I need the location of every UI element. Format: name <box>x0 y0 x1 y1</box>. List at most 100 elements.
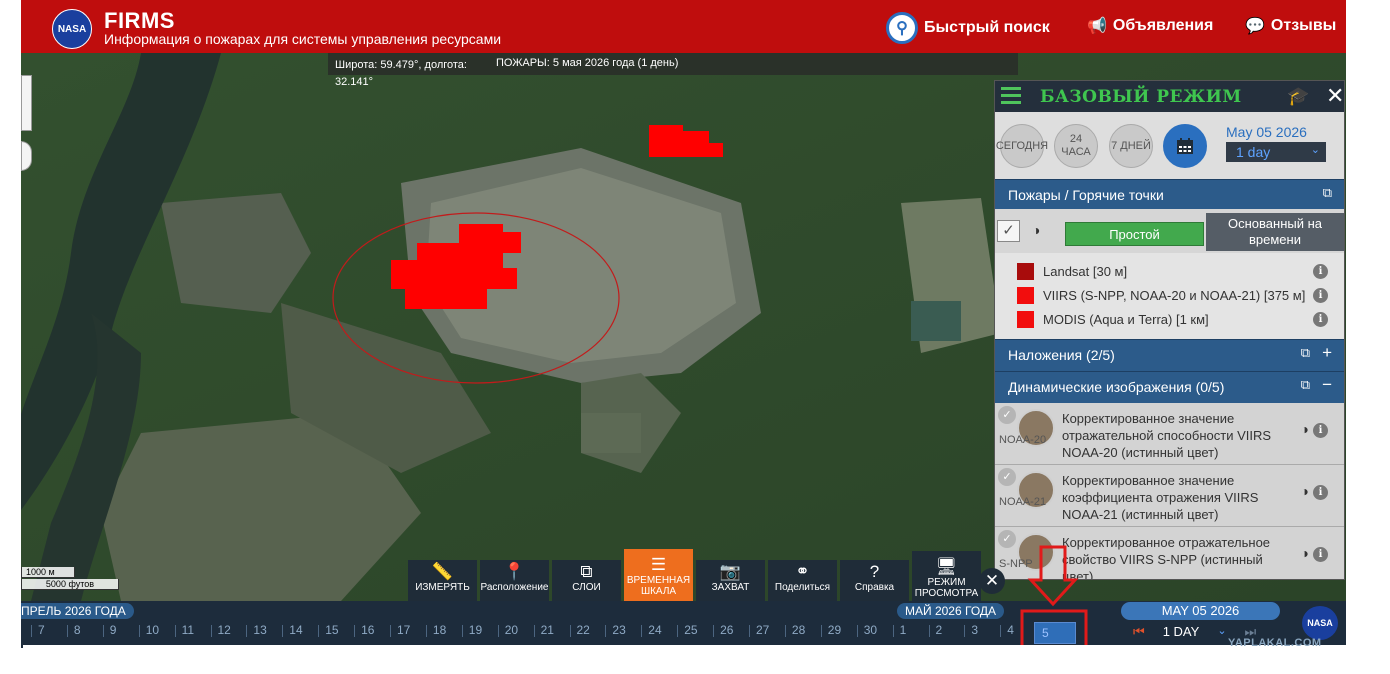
info-icon[interactable]: i <box>1313 547 1328 562</box>
check-icon[interactable]: ✓ <box>998 530 1016 548</box>
timeline-day[interactable]: 22 <box>569 623 590 637</box>
timeline-day[interactable]: 28 <box>784 623 805 637</box>
fire-layer-swatch <box>1017 311 1034 328</box>
fires-section-header[interactable]: Пожары / Горячие точки ⧉ <box>995 179 1344 209</box>
calendar-icon[interactable] <box>1163 124 1207 168</box>
fire-layer-row[interactable]: VIIRS (S-NPP, NOAA-20 и NOAA-21) [375 м]… <box>995 283 1344 307</box>
info-icon[interactable]: i <box>1313 288 1328 303</box>
overlays-section-header[interactable]: Наложения (2/5) ⧉ + <box>995 339 1344 371</box>
close-icon[interactable]: ✕ <box>1326 83 1344 109</box>
dynamic-layer-row[interactable]: ✓ NOAA-20 Корректированное значение отра… <box>995 403 1344 465</box>
minus-icon[interactable]: − <box>1322 375 1332 395</box>
timeline-button[interactable]: ☰ ВРЕМЕННАЯ ШКАЛА <box>624 549 693 605</box>
timeline-day[interactable]: 20 <box>497 623 518 637</box>
help-button[interactable]: ? Справка <box>840 560 909 605</box>
contrast-icon[interactable]: ◑ <box>1301 483 1309 499</box>
info-icon[interactable]: i <box>1313 423 1328 438</box>
view-mode-button[interactable]: 🖥 РЕЖИМ ПРОСМОТРА <box>912 551 981 605</box>
timeline-day[interactable]: 7 <box>31 623 45 637</box>
contrast-icon[interactable]: ◑ <box>1032 222 1040 238</box>
timeline-bar[interactable]: ПРЕЛЬ 2026 ГОДА МАЙ 2026 ГОДА 7 8 9 10 11 12 1… <box>21 601 1346 645</box>
skip-back-icon[interactable]: ⏮ <box>1133 624 1145 640</box>
timeline-current-date[interactable]: MAY 05 2026 <box>1121 602 1280 620</box>
copy-icon[interactable]: ⧉ <box>1301 377 1310 393</box>
search-icon: ⚲ <box>886 12 918 44</box>
timeline-day[interactable]: 16 <box>353 623 374 637</box>
share-icon: ⚭ <box>795 562 810 581</box>
timeline-day[interactable]: 15 <box>317 623 339 637</box>
plus-icon[interactable]: + <box>1322 343 1332 363</box>
timeline-range-value[interactable]: 1 DAY <box>1163 624 1200 640</box>
timeline-day[interactable]: 14 <box>282 623 303 637</box>
timeline-day[interactable]: 18 <box>425 623 446 637</box>
chevron-down-icon[interactable]: ⌄ <box>1217 624 1226 640</box>
fires-date-label: ПОЖАРЫ: 5 мая 2026 года (1 день) <box>496 57 679 69</box>
timeline-month-label: ПРЕЛЬ 2026 ГОДА <box>21 603 134 619</box>
timeline-day[interactable]: 19 <box>461 623 482 637</box>
check-icon[interactable]: ✓ <box>998 468 1016 486</box>
7-days-button[interactable]: 7 ДНЕЙ <box>1109 124 1153 168</box>
timeline-day[interactable]: 1 <box>892 623 906 637</box>
contrast-icon[interactable]: ◑ <box>1301 545 1309 561</box>
nasa-logo[interactable]: NASA <box>52 9 92 49</box>
layers-button[interactable]: ⧉ СЛОИ <box>552 560 621 605</box>
close-toolbar-icon[interactable]: ✕ <box>979 568 1005 594</box>
timeline-day[interactable]: 2 <box>928 623 942 637</box>
timeline-day[interactable]: 4 <box>1000 623 1014 637</box>
share-button[interactable]: ⚭ Поделиться <box>768 560 837 605</box>
quick-search-button[interactable]: ⚲ Быстрый поиск <box>886 12 1050 44</box>
info-icon[interactable]: i <box>1313 485 1328 500</box>
dynamic-layer-row[interactable]: ✓ NOAA-21 Корректированное значение коэф… <box>995 465 1344 527</box>
zoom-control[interactable] <box>21 75 32 131</box>
fires-checkbox[interactable]: ✓ <box>997 220 1020 242</box>
timeline-day[interactable]: 27 <box>748 623 769 637</box>
timeline-day[interactable]: 13 <box>246 623 267 637</box>
timeline-day[interactable]: 12 <box>210 623 231 637</box>
info-icon[interactable]: i <box>1313 312 1328 327</box>
feedback-button[interactable]: 💬 Отзывы <box>1245 16 1336 36</box>
check-icon[interactable]: ✓ <box>998 406 1016 424</box>
dynamic-layer-label: Корректированное значение отражательной … <box>1062 411 1272 460</box>
copy-icon[interactable]: ⧉ <box>1301 345 1310 361</box>
copy-icon[interactable]: ⧉ <box>1323 185 1332 201</box>
timeline-day[interactable]: 23 <box>605 623 626 637</box>
announcements-button[interactable]: 📢 Объявления <box>1087 16 1213 36</box>
watermark: YAPLAKAL.COM <box>1228 637 1322 649</box>
timeline-day[interactable]: 11 <box>174 623 194 637</box>
graduation-cap-icon[interactable]: 🎓 <box>1287 86 1309 107</box>
location-button[interactable]: 📍 Расположение <box>480 560 549 605</box>
mode-title: БАЗОВЫЙ РЕЖИМ <box>1040 87 1242 107</box>
feedback-label: Отзывы <box>1270 17 1337 34</box>
timeline-day[interactable]: 8 <box>67 623 81 637</box>
contrast-icon[interactable]: ◑ <box>1301 421 1309 437</box>
timeline-day[interactable]: 26 <box>712 623 733 637</box>
fire-layer-row[interactable]: Landsat [30 м] i <box>995 259 1344 283</box>
dynamic-layer-row[interactable]: ✓ S-NPP Корректированное отражательное с… <box>995 527 1344 579</box>
timeline-day[interactable]: 21 <box>533 623 554 637</box>
selected-date[interactable]: May 05 2026 <box>1226 124 1307 140</box>
timeline-day[interactable]: 25 <box>676 623 698 637</box>
fire-layer-row[interactable]: MODIS (Aqua и Terra) [1 км] i <box>995 307 1344 331</box>
timeline-day[interactable]: 9 <box>103 623 116 637</box>
24-hours-button[interactable]: 24 ЧАСА <box>1054 124 1098 168</box>
timeline-day[interactable]: 10 <box>138 623 159 637</box>
measure-button[interactable]: 📏 ИЗМЕРЯТЬ <box>408 560 477 605</box>
selected-day[interactable]: 5 <box>1034 622 1076 644</box>
dynamic-section-header[interactable]: Динамические изображения (0/5) ⧉ − <box>995 371 1344 403</box>
timeline-day[interactable]: 29 <box>820 623 841 637</box>
info-icon[interactable]: i <box>1313 264 1328 279</box>
timeline-day[interactable]: 30 <box>856 623 877 637</box>
simple-mode-button[interactable]: Простой <box>1065 222 1204 246</box>
timeline-day[interactable]: 17 <box>389 623 410 637</box>
today-button[interactable]: СЕГОДНЯ <box>996 124 1048 168</box>
timeline-day[interactable]: 24 <box>641 623 662 637</box>
menu-icon[interactable] <box>1001 87 1021 105</box>
dynamic-section-title: Динамические изображения (0/5) <box>1008 379 1225 395</box>
range-select[interactable]: 1 day ⌄ <box>1226 142 1326 162</box>
time-based-mode-button[interactable]: Основанный на времени <box>1206 213 1344 251</box>
app-subtitle: Информация о пожарах для системы управле… <box>104 31 502 47</box>
timeline-day[interactable]: 3 <box>964 623 978 637</box>
capture-button[interactable]: 📷 ЗАХВАТ <box>696 560 765 605</box>
fire-layer-label: VIIRS (S-NPP, NOAA-20 и NOAA-21) [375 м] <box>1043 288 1306 303</box>
nasa-logo[interactable]: NASA <box>1302 606 1338 640</box>
